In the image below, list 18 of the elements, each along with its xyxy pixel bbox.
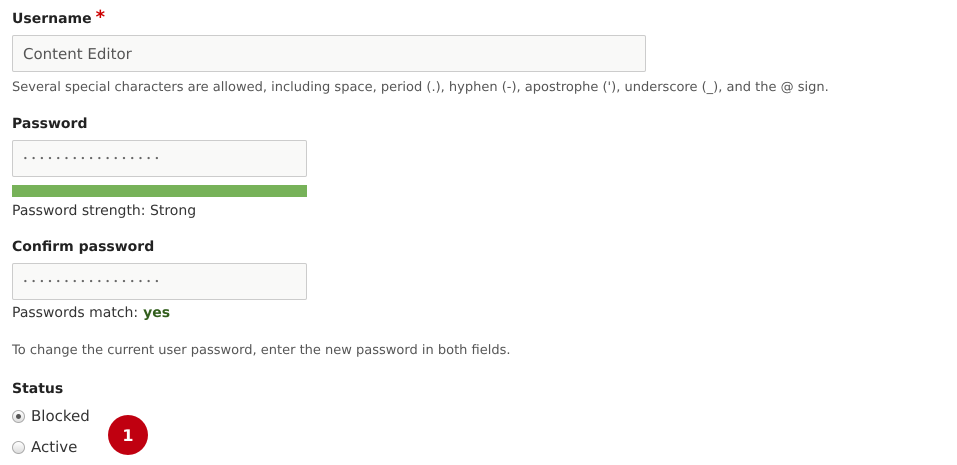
field-description: Several special characters are allowed, including space, period (.), hyphen (-), apostrophe ('), underscore (_), and the @ sign. bbox=[12, 79, 829, 97]
strength-text: Password strength: Strong bbox=[12, 202, 196, 220]
field-label: Password bbox=[12, 115, 88, 134]
radio-button[interactable] bbox=[12, 441, 25, 454]
match-value: yes bbox=[143, 304, 170, 322]
input-field[interactable]: Content Editor bbox=[12, 35, 646, 72]
radio-label[interactable]: Active bbox=[31, 438, 78, 457]
help-text: To change the current user password, enter the new password in both fields. bbox=[12, 342, 511, 360]
required-mark: * bbox=[96, 9, 106, 27]
input-field[interactable]: ••••••••••••••••• bbox=[12, 263, 307, 300]
match-label: Passwords match: bbox=[12, 304, 138, 322]
callout-badge: 1 bbox=[108, 415, 148, 455]
radio-label[interactable]: Blocked bbox=[31, 407, 90, 426]
radio-button[interactable] bbox=[12, 410, 25, 423]
field-label: Confirm password bbox=[12, 238, 154, 257]
field-label: Status bbox=[12, 380, 64, 399]
input-field[interactable]: ••••••••••••••••• bbox=[12, 140, 307, 177]
field-label: Username bbox=[12, 10, 92, 29]
